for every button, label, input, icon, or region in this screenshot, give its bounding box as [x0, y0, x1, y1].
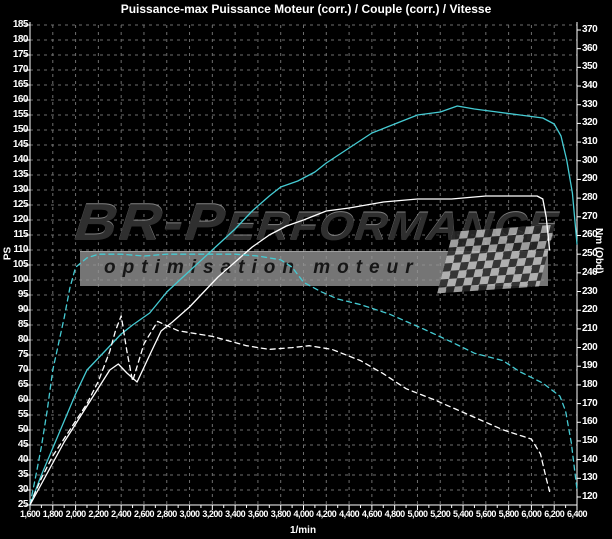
series-solid-left — [30, 106, 577, 505]
y-left-tick-label: 50 — [2, 425, 28, 435]
x-tick-label: 2,800 — [152, 509, 182, 519]
y-right-tick-label: 320 — [582, 118, 612, 128]
y-left-tick-label: 45 — [2, 440, 28, 450]
y-left-tick-label: 145 — [2, 140, 28, 150]
y-right-tick-label: 240 — [582, 268, 612, 278]
y-left-tick-label: 55 — [2, 410, 28, 420]
y-left-tick-label: 40 — [2, 455, 28, 465]
y-left-tick-label: 120 — [2, 215, 28, 225]
x-tick-label: 6,200 — [539, 509, 569, 519]
y-left-tick-label: 150 — [2, 125, 28, 135]
y-left-tick-label: 95 — [2, 290, 28, 300]
y-left-tick-label: 85 — [2, 320, 28, 330]
y-axis-left-unit: PS — [3, 242, 14, 266]
y-right-tick-label: 300 — [582, 156, 612, 166]
y-right-tick-label: 360 — [582, 44, 612, 54]
x-tick-label: 5,800 — [494, 509, 524, 519]
y-left-tick-label: 135 — [2, 170, 28, 180]
y-right-tick-label: 310 — [582, 137, 612, 147]
y-left-tick-label: 155 — [2, 110, 28, 120]
y-left-tick-label: 60 — [2, 395, 28, 405]
y-right-tick-label: 120 — [582, 492, 612, 502]
y-right-tick-label: 200 — [582, 343, 612, 353]
y-right-tick-label: 220 — [582, 305, 612, 315]
x-tick-label: 4,800 — [380, 509, 410, 519]
y-left-tick-label: 35 — [2, 470, 28, 480]
x-tick-label: 3,800 — [266, 509, 296, 519]
series-dashed-right — [30, 254, 577, 504]
x-tick-label: 6,400 — [562, 509, 592, 519]
dyno-chart: Puissance-max Puissance Moteur (corr.) /… — [0, 0, 612, 539]
y-left-tick-label: 130 — [2, 185, 28, 195]
y-left-tick-label: 165 — [2, 80, 28, 90]
x-tick-label: 3,000 — [175, 509, 205, 519]
y-right-tick-label: 160 — [582, 417, 612, 427]
watermark-band-text: optimisation moteur — [104, 257, 420, 279]
x-tick-label: 3,200 — [197, 509, 227, 519]
x-axis-unit: 1/min — [263, 525, 343, 536]
y-right-tick-label: 340 — [582, 81, 612, 91]
x-tick-label: 3,600 — [243, 509, 273, 519]
y-left-tick-label: 65 — [2, 380, 28, 390]
x-tick-label: 4,200 — [311, 509, 341, 519]
y-right-tick-label: 230 — [582, 287, 612, 297]
y-right-tick-label: 290 — [582, 174, 612, 184]
watermark-logo-big: BR-P — [72, 194, 229, 252]
y-right-tick-label: 180 — [582, 380, 612, 390]
y-right-tick-label: 250 — [582, 249, 612, 259]
watermark-checkered-flag-icon — [437, 225, 555, 294]
y-left-tick-label: 140 — [2, 155, 28, 165]
x-tick-label: 1,600 — [15, 509, 45, 519]
x-tick-label: 4,600 — [357, 509, 387, 519]
x-tick-label: 5,200 — [425, 509, 455, 519]
y-left-tick-label: 70 — [2, 365, 28, 375]
x-tick-label: 2,400 — [106, 509, 136, 519]
x-tick-label: 2,600 — [129, 509, 159, 519]
y-left-tick-label: 175 — [2, 50, 28, 60]
x-tick-label: 2,000 — [61, 509, 91, 519]
x-tick-label: 5,600 — [471, 509, 501, 519]
y-right-tick-label: 190 — [582, 361, 612, 371]
x-tick-label: 2,200 — [83, 509, 113, 519]
y-left-tick-label: 75 — [2, 350, 28, 360]
y-left-tick-label: 110 — [2, 245, 28, 255]
x-tick-label: 3,400 — [220, 509, 250, 519]
chart-title: Puissance-max Puissance Moteur (corr.) /… — [0, 2, 612, 16]
y-left-tick-label: 170 — [2, 65, 28, 75]
series-dashed-right — [30, 316, 550, 505]
y-left-tick-label: 25 — [2, 500, 28, 510]
y-left-tick-label: 30 — [2, 485, 28, 495]
y-left-tick-label: 115 — [2, 230, 28, 240]
x-tick-label: 6,000 — [516, 509, 546, 519]
x-tick-label: 4,000 — [289, 509, 319, 519]
y-left-tick-label: 80 — [2, 335, 28, 345]
y-right-tick-label: 150 — [582, 436, 612, 446]
y-right-tick-label: 210 — [582, 324, 612, 334]
x-tick-label: 5,000 — [402, 509, 432, 519]
y-right-tick-label: 140 — [582, 455, 612, 465]
y-left-tick-label: 185 — [2, 20, 28, 30]
y-left-tick-label: 180 — [2, 35, 28, 45]
y-left-tick-label: 90 — [2, 305, 28, 315]
y-right-tick-label: 330 — [582, 100, 612, 110]
y-right-tick-label: 370 — [582, 25, 612, 35]
y-right-tick-label: 170 — [582, 399, 612, 409]
y-left-tick-label: 160 — [2, 95, 28, 105]
y-left-tick-label: 100 — [2, 275, 28, 285]
y-right-tick-label: 130 — [582, 473, 612, 483]
y-left-tick-label: 125 — [2, 200, 28, 210]
y-left-tick-label: 105 — [2, 260, 28, 270]
x-tick-label: 1,800 — [38, 509, 68, 519]
x-tick-label: 4,400 — [334, 509, 364, 519]
x-tick-label: 5,400 — [448, 509, 478, 519]
y-right-tick-label: 350 — [582, 62, 612, 72]
